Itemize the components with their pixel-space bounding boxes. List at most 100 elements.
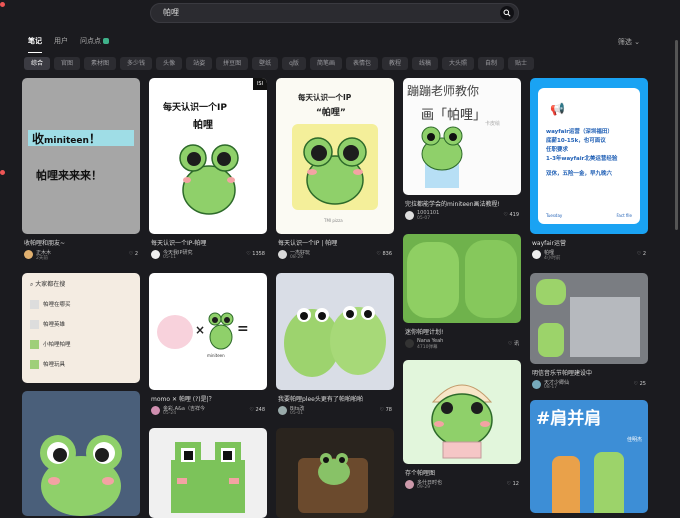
note-title[interactable]: 迷你帕哩计划! xyxy=(405,327,519,336)
note-thumbnail[interactable] xyxy=(276,428,394,518)
category-chip[interactable]: 表情包 xyxy=(345,57,378,70)
thumb-caption: 佳明杰 xyxy=(626,437,642,443)
search-bar[interactable]: 帕哩 xyxy=(150,3,519,23)
note-card[interactable]: 存个帕哩图 多什日时也 09-29 12 xyxy=(403,360,521,500)
note-card[interactable]: 迷你帕哩计划! Nana Yeah 4710弹幕 讯 xyxy=(403,234,521,352)
note-title[interactable]: 完拉都能学会的miniteen画法教程! xyxy=(405,199,519,208)
note-thumbnail[interactable]: 每天认识一个IP “帕哩” TMI pizza xyxy=(276,78,394,234)
category-bar: 综合 官图 素材图 多少钱 头像 站姿 拼豆图 壁纸 q版 简笔画 表情包 教程… xyxy=(24,57,535,70)
note-thumbnail[interactable]: ISI 每天认识一个IP 帕哩 xyxy=(149,78,267,234)
category-chip[interactable]: 素材图 xyxy=(84,57,117,70)
avatar[interactable] xyxy=(278,406,287,415)
note-thumbnail[interactable]: 收miniteen！ 帕哩来来来！ xyxy=(22,78,140,234)
note-thumbnail[interactable] xyxy=(403,360,521,464)
like-count[interactable]: 836 xyxy=(376,251,392,257)
note-thumbnail[interactable]: #肩并肩 佳明杰 xyxy=(530,400,648,513)
tab-ask[interactable]: 问点点 xyxy=(80,36,109,50)
like-count[interactable]: 419 xyxy=(503,212,519,218)
avatar[interactable] xyxy=(532,380,541,389)
note-card[interactable]: ISI 每天认识一个IP 帕哩 每天认识一个IP-帕哩 今天我IP研究 05-1… xyxy=(149,78,267,263)
note-thumbnail[interactable] xyxy=(403,234,521,323)
avatar[interactable] xyxy=(278,250,287,259)
box-photo xyxy=(570,297,640,357)
suggestion-item[interactable]: 帕哩在哪买 xyxy=(30,300,71,309)
search-input[interactable]: 帕哩 xyxy=(163,7,179,18)
avatar[interactable] xyxy=(151,406,160,415)
avatar[interactable] xyxy=(532,250,541,259)
search-icon xyxy=(503,9,511,17)
suggestion-item[interactable]: 帕哩英雄 xyxy=(30,320,65,329)
note-card[interactable] xyxy=(22,391,140,516)
like-count[interactable]: 12 xyxy=(507,481,519,487)
note-thumbnail[interactable] xyxy=(276,273,394,390)
note-meta: 多什日时也 09-29 12 xyxy=(405,479,519,493)
note-card[interactable] xyxy=(276,428,394,518)
category-chip[interactable]: 教程 xyxy=(381,57,408,70)
suggestion-item[interactable]: 小帕哩帕哩 xyxy=(30,340,71,349)
category-chip[interactable]: 多少钱 xyxy=(120,57,153,70)
note-thumbnail[interactable]: 📢 wayfair运营（深圳福田） 底薪10-15k，也可面议 任职要求 1-3… xyxy=(530,78,648,234)
avatar[interactable] xyxy=(24,250,33,259)
indicator-dot xyxy=(0,2,5,7)
note-card[interactable]: 收miniteen！ 帕哩来来来！ 收帕哩和朋友~ 正木木 2天前 2 xyxy=(22,78,140,263)
avatar[interactable] xyxy=(405,480,414,489)
note-thumbnail[interactable] xyxy=(530,273,648,364)
like-count[interactable]: 1358 xyxy=(246,251,265,257)
like-count[interactable]: 248 xyxy=(249,407,265,413)
avatar[interactable] xyxy=(405,339,414,348)
thumb-text: #肩并肩 xyxy=(536,409,602,429)
job-ad-line: 底薪10-15k，也可面议 xyxy=(546,138,606,144)
category-chip[interactable]: 头像 xyxy=(156,57,183,70)
like-count[interactable]: 讯 xyxy=(508,340,519,347)
note-title[interactable]: 每天认识一个IP | 帕哩 xyxy=(278,238,392,247)
note-title[interactable]: 明信音乐节帕哩建设中 xyxy=(532,368,646,377)
like-count[interactable]: 78 xyxy=(380,407,392,413)
note-title[interactable]: 收帕哩和朋友~ xyxy=(24,238,138,247)
category-chip[interactable]: 大头照 xyxy=(442,57,475,70)
note-date: 4710弹幕 xyxy=(417,345,438,350)
note-title[interactable]: 每天认识一个IP-帕哩 xyxy=(151,238,265,247)
note-thumbnail[interactable] xyxy=(149,428,267,518)
scrollbar[interactable] xyxy=(675,40,678,230)
tab-users[interactable]: 用户 xyxy=(54,36,68,50)
note-thumbnail[interactable]: 蹦蹦老师教你 画「帕哩」 卡皮绘 xyxy=(403,78,521,195)
thumb-text: 帕哩来来来！ xyxy=(36,169,102,182)
note-card[interactable]: 蹦蹦老师教你 画「帕哩」 卡皮绘 完拉都能学会的miniteen画法教程! 10… xyxy=(403,78,521,224)
plush-photo-right xyxy=(465,240,517,318)
like-count[interactable]: 2 xyxy=(637,251,646,257)
tab-notes[interactable]: 笔记 xyxy=(28,36,42,53)
category-chip[interactable]: 综合 xyxy=(24,57,51,70)
frog-illustration xyxy=(40,435,122,516)
note-title[interactable]: 存个帕哩图 xyxy=(405,468,519,477)
note-card[interactable]: × miniteen = momo ✕ 帕哩 (?)是|？ 金彩,A&a（吉祥今… xyxy=(149,273,267,419)
category-chip[interactable]: 自制 xyxy=(478,57,505,70)
note-thumbnail[interactable] xyxy=(22,391,140,516)
suggestion-item[interactable]: 帕哩玩具 xyxy=(30,360,65,369)
search-button[interactable] xyxy=(500,6,514,20)
note-title[interactable]: 我要帕哩plee头更有了帕啪啪啪 xyxy=(278,394,392,403)
thumb-text: 收miniteen！ xyxy=(32,132,101,146)
filter-button[interactable]: 筛选 ⌄ xyxy=(618,37,640,47)
note-card[interactable]: 我要帕哩plee头更有了帕啪啪啪 Bits改 05-01 78 xyxy=(276,273,394,419)
note-card[interactable]: 📢 wayfair运营（深圳福田） 底薪10-15k，也可面议 任职要求 1-3… xyxy=(530,78,648,263)
note-title[interactable]: momo ✕ 帕哩 (?)是|？ xyxy=(151,394,265,403)
avatar[interactable] xyxy=(405,211,414,220)
like-count[interactable]: 25 xyxy=(634,381,646,387)
note-thumbnail[interactable]: × miniteen = xyxy=(149,273,267,390)
category-chip[interactable]: 简笔画 xyxy=(309,57,342,70)
category-chip[interactable]: 拼豆图 xyxy=(216,57,249,70)
category-chip[interactable]: 线稿 xyxy=(411,57,438,70)
avatar[interactable] xyxy=(151,250,160,259)
note-card[interactable]: 每天认识一个IP “帕哩” TMI pizza 每天认识一个IP | 帕哩 一杰… xyxy=(276,78,394,263)
category-chip[interactable]: q版 xyxy=(282,57,306,70)
note-card[interactable] xyxy=(149,428,267,518)
like-count[interactable]: 2 xyxy=(129,251,138,257)
note-card[interactable]: #肩并肩 佳明杰 xyxy=(530,400,648,513)
category-chip[interactable]: 站姿 xyxy=(186,57,213,70)
note-title[interactable]: wayfair运营 xyxy=(532,238,646,247)
note-card[interactable]: 明信音乐节帕哩建设中 天才少卿仙 08-17 25 xyxy=(530,273,648,393)
category-chip[interactable]: 贴士 xyxy=(508,57,535,70)
momo-illustration xyxy=(157,315,193,349)
category-chip[interactable]: 官图 xyxy=(54,57,81,70)
category-chip[interactable]: 壁纸 xyxy=(252,57,279,70)
